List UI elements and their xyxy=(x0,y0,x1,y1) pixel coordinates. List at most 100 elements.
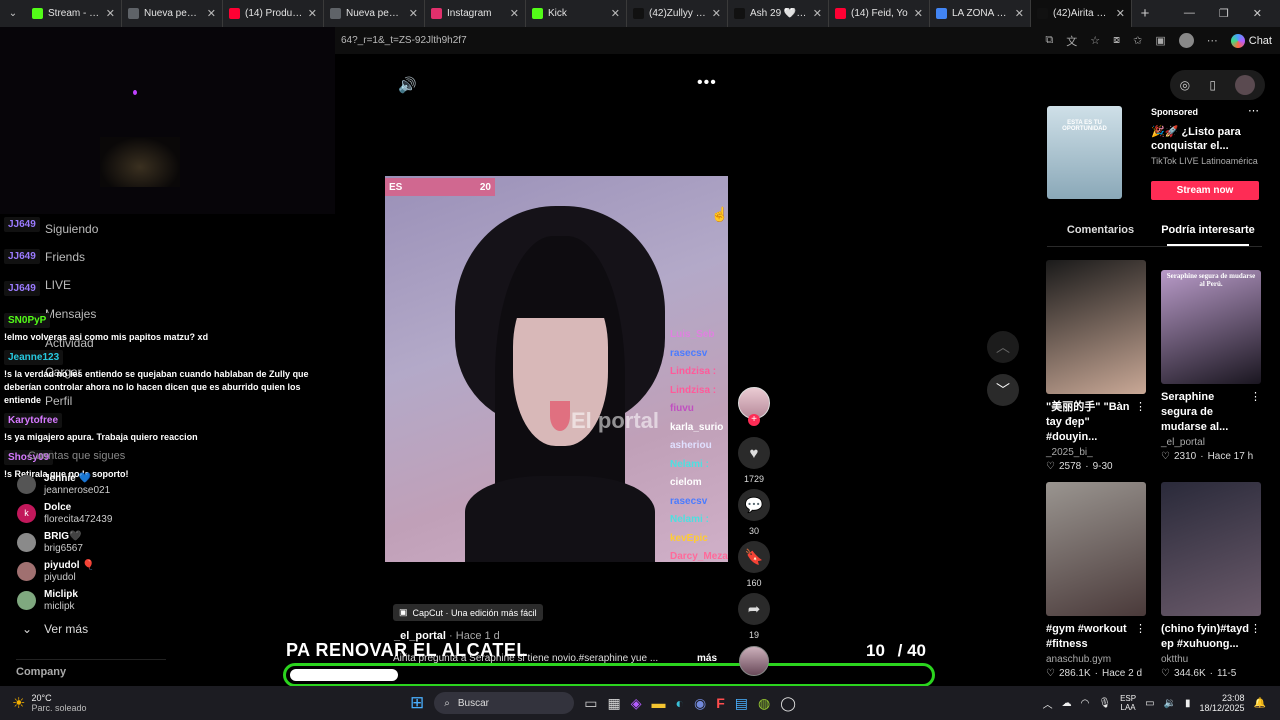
browser-tab[interactable]: (14) Producciones ✕ xyxy=(223,0,324,27)
tab-close-icon[interactable]: ✕ xyxy=(611,7,620,20)
onedrive-icon[interactable]: ☁ xyxy=(1062,698,1072,709)
address-bar[interactable]: 64?_r=1&_t=ZS-92Jlth9h2f7 ⧉ 文 ☆ ⧇ ✩ ▣ ⋯ … xyxy=(335,27,1280,54)
obs-icon[interactable]: ◯ xyxy=(780,695,796,712)
save-action[interactable]: 🔖 160 xyxy=(738,541,770,588)
clock[interactable]: 23:08 18/12/2025 xyxy=(1200,693,1245,713)
collections-icon[interactable]: ▣ xyxy=(1155,34,1165,47)
tab-close-icon[interactable]: ✕ xyxy=(813,7,822,20)
browser-tab[interactable]: Stream - Kick Dash ✕ xyxy=(26,0,122,27)
suggested-video-card[interactable]: (chino fyin)#tayd ep #xuhuong... ⋮ oktthu ♡… xyxy=(1161,482,1261,679)
app-f-icon[interactable]: F xyxy=(716,695,725,711)
weather-widget[interactable]: ☀ 20°C Parc. soleado xyxy=(0,693,120,713)
copilot-taskbar-icon[interactable]: ◈ xyxy=(631,695,642,712)
file-explorer-icon[interactable]: ▬ xyxy=(652,695,666,711)
tab-close-icon[interactable]: ✕ xyxy=(409,7,418,20)
browser-tab[interactable]: (42)Airita pregunt ✕ xyxy=(1031,0,1132,27)
user-avatar-icon[interactable] xyxy=(1235,75,1256,95)
more-options-icon[interactable]: ••• xyxy=(697,74,717,92)
card-title[interactable]: Seraphine segura de mudarse al... xyxy=(1161,390,1249,435)
sponsored-more-icon[interactable]: ⋯ xyxy=(1248,104,1259,117)
share-action[interactable]: ➦ 19 xyxy=(738,593,770,640)
tab-close-icon[interactable]: ✕ xyxy=(207,7,216,20)
photos-icon[interactable]: ▤ xyxy=(735,695,748,712)
comment-action[interactable]: 💬 30 xyxy=(738,489,770,536)
browser-tab[interactable]: Nueva pestaña ✕ xyxy=(122,0,223,27)
card-author[interactable]: _el_portal xyxy=(1161,437,1261,448)
translate-icon[interactable]: 文 xyxy=(1066,33,1077,49)
card-thumbnail[interactable]: Seraphine segura de mudarse al Perú. xyxy=(1161,270,1261,384)
card-title[interactable]: #gym #workout #fitness xyxy=(1046,622,1134,652)
following-account[interactable]: BRIG🖤 brig6567 xyxy=(17,528,217,557)
tab-close-icon[interactable]: ✕ xyxy=(712,7,721,20)
copilot-chat-button[interactable]: Chat xyxy=(1230,33,1272,48)
new-tab-icon[interactable]: + xyxy=(1132,5,1158,22)
minimize-icon[interactable]: — xyxy=(1184,7,1195,20)
card-thumbnail[interactable] xyxy=(1161,482,1261,616)
card-title[interactable]: (chino fyin)#tayd ep #xuhuong... xyxy=(1161,622,1249,652)
profile-avatar-icon[interactable] xyxy=(1178,33,1194,48)
discord-icon[interactable]: ◉ xyxy=(694,695,706,712)
card-more-icon[interactable]: ⋮ xyxy=(1135,400,1146,445)
card-thumbnail[interactable] xyxy=(1046,260,1146,394)
card-more-icon[interactable]: ⋮ xyxy=(1250,390,1261,435)
card-more-icon[interactable]: ⋮ xyxy=(1135,622,1146,652)
network-icon[interactable]: ◠ xyxy=(1081,698,1090,709)
task-view-icon[interactable]: ▭ xyxy=(584,695,597,712)
follow-plus-icon[interactable]: + xyxy=(748,414,760,426)
tab-close-icon[interactable]: ✕ xyxy=(1015,7,1024,20)
comment-icon[interactable]: 💬 xyxy=(738,489,770,521)
tab-comments[interactable]: Comentarios xyxy=(1047,224,1154,236)
extensions-icon[interactable]: ⧇ xyxy=(1113,34,1120,47)
heart-icon[interactable]: ♥ xyxy=(738,437,770,469)
url-text[interactable]: 64?_r=1&_t=ZS-92Jlth9h2f7 xyxy=(335,35,467,46)
tab-close-icon[interactable]: ✕ xyxy=(106,7,115,20)
chat-username[interactable]: SN0PyP xyxy=(4,313,51,328)
suggested-video-card[interactable]: #gym #workout #fitness ⋮ anaschub.gym ♡ 286.… xyxy=(1046,482,1146,679)
card-author[interactable]: _2025_bi_ xyxy=(1046,447,1146,458)
tab-search-icon[interactable]: ⌄ xyxy=(0,0,26,27)
company-link[interactable]: Company xyxy=(16,666,66,678)
browser-tab[interactable]: Instagram ✕ xyxy=(425,0,526,27)
tab-close-icon[interactable]: ✕ xyxy=(1116,7,1125,20)
like-action[interactable]: ♥ 1729 xyxy=(738,437,770,484)
restore-icon[interactable]: ❐ xyxy=(1219,7,1229,20)
stream-now-button[interactable]: Stream now xyxy=(1151,181,1259,200)
favorites-icon[interactable]: ✩ xyxy=(1133,34,1142,47)
bookmark-star-icon[interactable]: ☆ xyxy=(1090,34,1100,47)
sponsored-title[interactable]: 🎉🚀 ¿Listo para conquistar el... xyxy=(1151,125,1256,153)
previous-video-button[interactable]: ︿ xyxy=(987,331,1019,363)
notifications-icon[interactable]: 🔔 xyxy=(1254,698,1266,709)
card-more-icon[interactable]: ⋮ xyxy=(1250,622,1261,652)
tab-close-icon[interactable]: ✕ xyxy=(914,7,923,20)
browser-tab[interactable]: (42)Zullyy (@zully ✕ xyxy=(627,0,728,27)
battery-icon[interactable]: ▮ xyxy=(1185,698,1191,709)
card-author[interactable]: anaschub.gym xyxy=(1046,654,1146,665)
tab-close-icon[interactable]: ✕ xyxy=(308,7,317,20)
tab-suggested[interactable]: Podría interesarte xyxy=(1154,224,1262,236)
chat-username[interactable]: JJ649 xyxy=(4,217,40,232)
chat-username[interactable]: JJ649 xyxy=(4,249,40,264)
following-account[interactable]: piyudol 🎈 piyudol xyxy=(17,557,217,586)
browser-tab[interactable]: (14) Feid, Yo ✕ xyxy=(829,0,930,27)
display-icon[interactable]: ▭ xyxy=(1145,698,1154,709)
suggested-video-card[interactable]: "美丽的手" "Bàn tay đẹp" #douyin... ⋮ _2025_bi… xyxy=(1046,260,1146,472)
app-globe-icon[interactable]: ◍ xyxy=(758,695,770,712)
tab-close-icon[interactable]: ✕ xyxy=(510,7,519,20)
chat-username[interactable]: JJ649 xyxy=(4,281,40,296)
browser-tab[interactable]: Ash 29 🤍 (@ash ✕ xyxy=(728,0,829,27)
browser-tab[interactable]: Kick ✕ xyxy=(526,0,627,27)
next-video-button[interactable]: ﹀ xyxy=(987,374,1019,406)
card-author[interactable]: oktthu xyxy=(1161,654,1261,665)
browser-tab[interactable]: LA ZONA - Búsqu ✕ xyxy=(930,0,1031,27)
start-windows-icon[interactable]: ⊞ xyxy=(410,693,424,713)
browser-tab[interactable]: Nueva pestaña ✕ xyxy=(324,0,425,27)
microphone-icon[interactable]: 🎙 xyxy=(1098,698,1111,709)
tray-chevron-icon[interactable]: ︿ xyxy=(1043,696,1053,711)
video-player[interactable]: ES 20 El portal Luis_Seb rasecsv Lindzisa … xyxy=(385,176,728,562)
bookmark-icon[interactable]: 🔖 xyxy=(738,541,770,573)
edge-browser-icon[interactable]: ◐ xyxy=(676,695,684,711)
compass-icon[interactable]: ◎ xyxy=(1180,78,1190,92)
device-icon[interactable]: ▯ xyxy=(1209,78,1216,92)
chat-username[interactable]: Jeanne123 xyxy=(4,350,64,365)
card-thumbnail[interactable] xyxy=(1046,482,1146,616)
